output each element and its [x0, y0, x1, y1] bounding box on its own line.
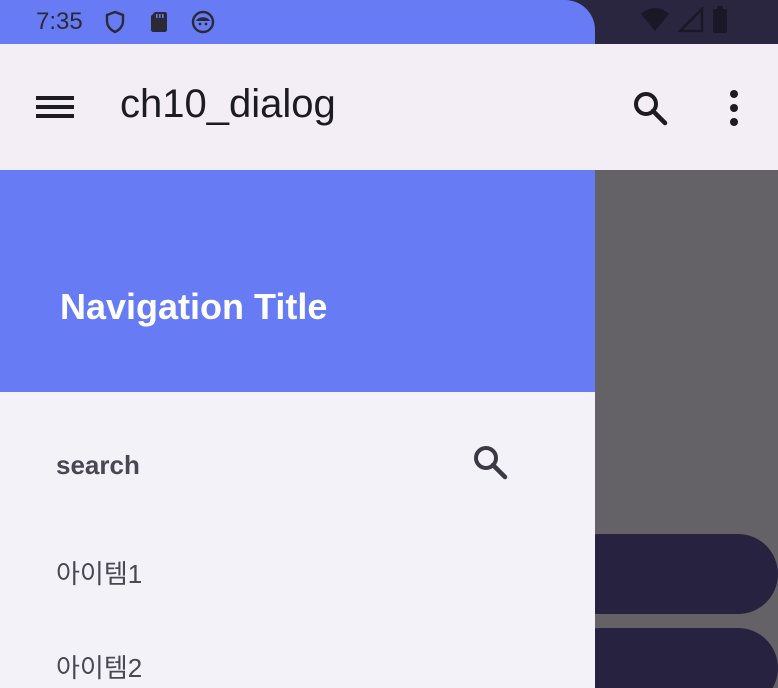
more-vert-icon[interactable] — [724, 88, 744, 128]
search-icon[interactable] — [630, 88, 670, 128]
menu-icon[interactable] — [36, 92, 74, 122]
drawer-item-2[interactable]: 아이템2 — [56, 648, 142, 685]
app-title: ch10_dialog — [120, 82, 336, 126]
drawer-item-1[interactable]: 아이템1 — [56, 554, 142, 591]
status-time: 7:35 — [36, 8, 83, 35]
sd-card-icon — [147, 10, 171, 34]
signal-icon — [676, 5, 704, 38]
status-bar-right — [640, 5, 728, 39]
wifi-icon — [640, 7, 670, 38]
search-icon[interactable] — [470, 442, 510, 482]
drawer-header-title: Navigation Title — [60, 286, 328, 327]
android-face-icon — [191, 10, 215, 34]
drawer-search-label: search — [56, 450, 140, 480]
status-bar-left: 7:35 — [0, 0, 595, 44]
status-bar: 7:35 — [0, 0, 778, 44]
shield-icon — [103, 10, 127, 34]
drawer-search-item[interactable]: search — [0, 392, 595, 492]
navigation-drawer: Navigation Title search 아이템1 아이템2 — [0, 170, 595, 688]
drawer-header: Navigation Title — [0, 170, 595, 392]
battery-icon — [712, 6, 728, 39]
app-bar: ch10_dialog — [0, 44, 778, 170]
